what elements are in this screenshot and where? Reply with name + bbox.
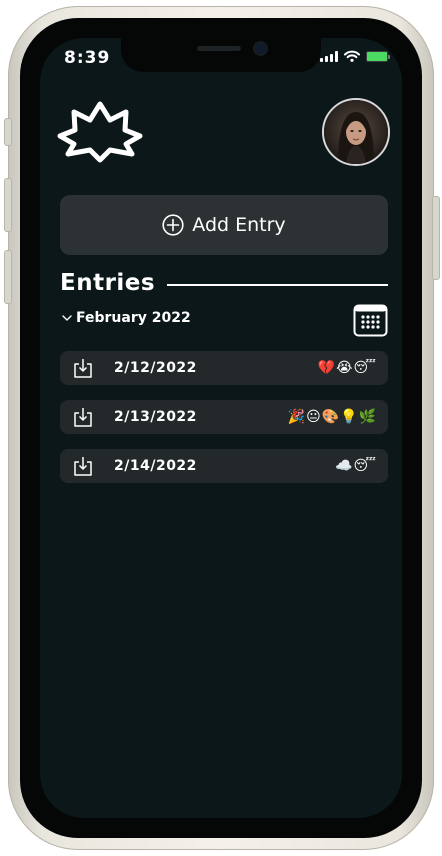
entry-row[interactable]: 2/14/2022 ☁️ 😴 — [60, 449, 388, 483]
add-entry-label: Add Entry — [192, 214, 286, 236]
entry-date: 2/13/2022 — [114, 409, 197, 425]
mood-emoji: ☁️ — [335, 458, 353, 474]
plus-circle-icon — [162, 214, 184, 236]
speaker-grille — [197, 46, 241, 51]
month-toggle[interactable]: February 2022 — [62, 310, 191, 326]
avatar-portrait — [324, 100, 388, 164]
entry-date: 2/14/2022 — [114, 458, 197, 474]
entry-list: 2/12/2022 💔 😭 😴 2/13/2022 🎉 😐 🎨 💡 🌿 2/14… — [60, 351, 388, 498]
battery-icon — [366, 50, 390, 62]
mood-emoji: 💔 — [317, 360, 336, 376]
download-icon — [74, 457, 92, 476]
mood-emoji: 💡 — [340, 409, 358, 425]
download-icon — [74, 408, 92, 427]
phone-frame: 8:39 Add Entry Entries February 2022 2/1… — [4, 6, 440, 850]
download-icon — [74, 359, 92, 378]
power-button — [432, 196, 440, 280]
front-camera — [255, 43, 266, 54]
entry-moods: ☁️ 😴 — [335, 458, 376, 474]
entry-row[interactable]: 2/12/2022 💔 😭 😴 — [60, 351, 388, 385]
mood-emoji: 🎨 — [321, 409, 340, 425]
app-screen: 8:39 Add Entry Entries February 2022 2/1… — [40, 38, 402, 818]
entries-title: Entries — [60, 270, 156, 296]
entries-header: Entries — [60, 270, 388, 296]
entry-row[interactable]: 2/13/2022 🎉 😐 🎨 💡 🌿 — [60, 400, 388, 434]
phone-bezel: 8:39 Add Entry Entries February 2022 2/1… — [20, 18, 422, 838]
volume-down-button — [4, 250, 12, 304]
mood-emoji: 😐 — [306, 409, 321, 425]
cellular-signal-icon — [320, 50, 338, 62]
entry-moods: 🎉 😐 🎨 💡 🌿 — [288, 409, 376, 425]
month-label: February 2022 — [76, 310, 191, 326]
mood-emoji: 🎉 — [287, 409, 306, 425]
calendar-grid-icon[interactable] — [353, 302, 388, 337]
notch — [121, 38, 321, 72]
status-time: 8:39 — [64, 48, 111, 68]
entry-moods: 💔 😭 😴 — [318, 360, 376, 376]
entry-date: 2/12/2022 — [114, 360, 197, 376]
profile-avatar[interactable] — [322, 98, 390, 166]
mood-emoji: 😴 — [353, 360, 376, 376]
mood-emoji: 😭 — [336, 360, 353, 376]
mood-emoji: 🌿 — [358, 409, 376, 425]
add-entry-button[interactable]: Add Entry — [60, 195, 388, 255]
silent-switch — [4, 118, 12, 146]
mood-emoji: 😴 — [353, 458, 376, 474]
wifi-icon — [344, 50, 360, 62]
leaf-outline-icon — [57, 101, 143, 163]
chevron-down-icon — [62, 315, 72, 321]
status-icons — [320, 50, 390, 62]
volume-up-button — [4, 178, 12, 232]
entries-divider — [167, 284, 388, 286]
